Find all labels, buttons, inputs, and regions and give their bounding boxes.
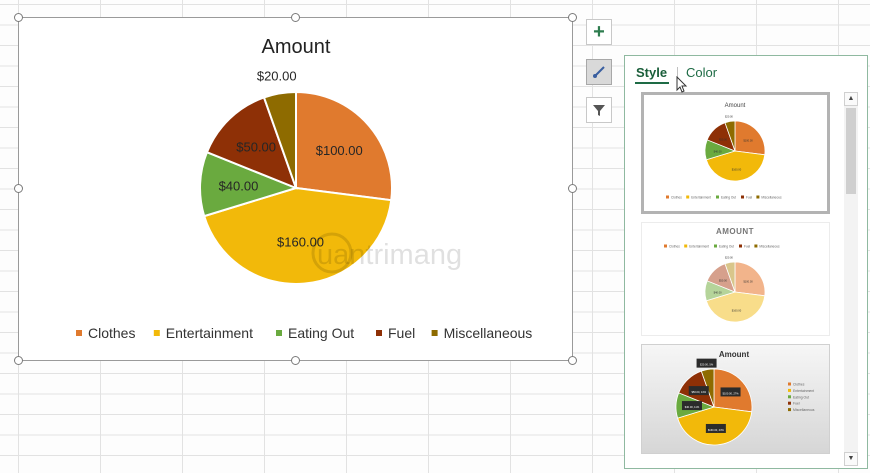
thumbnail-legend-swatch: [666, 195, 669, 199]
thumbnail-data-label: $40.00: [714, 149, 722, 153]
active-tab-indicator: [635, 82, 669, 84]
thumbnail-legend-entry: Fuel: [793, 402, 800, 406]
legend-swatch: [276, 330, 282, 336]
thumbnail-legend-swatch: [664, 244, 667, 248]
thumbnail-legend-swatch: [716, 195, 719, 199]
thumbnail-legend-swatch: [788, 388, 791, 392]
mouse-cursor-icon: [676, 76, 688, 93]
tab-color[interactable]: Color: [686, 65, 717, 80]
thumbnail-legend-entry: Miscellaneous: [793, 408, 815, 412]
scroll-up-icon[interactable]: ▲: [844, 92, 858, 106]
resize-handle-right[interactable]: [568, 184, 577, 193]
resize-handle-top-left[interactable]: [14, 13, 23, 22]
plus-icon: +: [593, 21, 605, 43]
resize-handle-top-right[interactable]: [568, 13, 577, 22]
resize-handle-bottom-left[interactable]: [14, 356, 23, 365]
pie-chart: Amount $100.00$160.00$40.00$50.00$20.00 …: [76, 36, 532, 341]
thumbnail-data-label: $100.00: [743, 280, 753, 284]
thumbnail-data-label: $50.00: [719, 278, 727, 282]
paintbrush-icon: [593, 66, 605, 78]
thumbnail-data-label: $20.00, 5%: [700, 363, 714, 367]
thumbnail-data-label: $160.00: [732, 167, 742, 171]
thumbnail-legend-entry: Fuel: [744, 245, 750, 249]
thumbnail-legend-entry: Eating Out: [719, 245, 734, 249]
data-label[interactable]: $50.00: [236, 139, 276, 154]
chart-title[interactable]: Amount: [262, 36, 331, 58]
chart-styles-button[interactable]: [586, 59, 612, 85]
legend-swatch: [376, 330, 382, 336]
thumbnail-slice: [734, 261, 766, 297]
thumbnail-legend-swatch: [788, 395, 791, 399]
style-3-preview: Amount $100.00, 27% $160.00, 43% $40.00, 1…: [675, 350, 815, 446]
thumbnail-data-label: $50.00, 14%: [691, 390, 706, 394]
thumbnail-title: AMOUNT: [716, 227, 754, 236]
legend-swatch: [76, 330, 82, 336]
thumbnail-legend-entry: Entertainment: [793, 389, 814, 393]
style-thumbnail-2[interactable]: AMOUNT Clothes Entertainment Eating Out Fue…: [641, 222, 830, 336]
thumbnail-data-label: $40.00: [714, 290, 722, 294]
thumbnail-data-label: $20.00: [725, 256, 733, 260]
thumbnail-legend-entry: Eating Out: [793, 395, 809, 399]
thumbnail-legend-swatch: [714, 244, 717, 248]
legend-entry[interactable]: Fuel: [388, 325, 415, 341]
filter-icon: [593, 105, 605, 116]
resize-handle-left[interactable]: [14, 184, 23, 193]
thumbnail-data-label: $50.00: [719, 137, 727, 141]
thumbnail-data-label: $40.00, 11%: [685, 405, 700, 409]
legend-entry[interactable]: Eating Out: [288, 325, 354, 341]
thumbnail-legend-swatch: [788, 401, 791, 405]
thumbnail-legend-entry: Miscellaneous: [759, 245, 780, 249]
data-label[interactable]: $100.00: [316, 143, 363, 158]
thumbnail-legend-swatch: [684, 244, 688, 248]
style-2-preview: AMOUNT Clothes Entertainment Eating Out Fue…: [664, 227, 780, 323]
thumbnail-legend-swatch: [686, 195, 690, 199]
legend-entry[interactable]: Miscellaneous: [444, 325, 533, 341]
thumbnail-legend-entry: Miscellaneous: [761, 196, 782, 200]
legend-entry[interactable]: Clothes: [88, 325, 135, 341]
tab-style[interactable]: Style: [636, 65, 667, 80]
thumbnail-legend-swatch: [788, 408, 791, 412]
thumbnail-legend-entry: Entertainment: [691, 196, 711, 200]
thumbnail-title: Amount: [719, 350, 750, 359]
panel-scrollbar[interactable]: ▲ ▼: [844, 92, 858, 466]
legend-entry[interactable]: Entertainment: [166, 325, 253, 341]
thumbnail-data-label: $160.00: [732, 308, 742, 312]
thumbnail-data-label: $100.00, 27%: [723, 391, 740, 395]
legend-swatch: [431, 330, 438, 336]
scroll-down-icon[interactable]: ▼: [844, 452, 858, 466]
thumbnail-legend-entry: Fuel: [746, 196, 752, 200]
thumbnail-legend-swatch: [739, 244, 742, 248]
thumbnail-legend-swatch: [741, 195, 744, 199]
resize-handle-bottom[interactable]: [291, 356, 300, 365]
style-thumbnail-3[interactable]: Amount $100.00, 27% $160.00, 43% $40.00, 1…: [641, 344, 830, 454]
thumbnail-title: Amount: [725, 103, 746, 109]
watermark-text: uantrimang: [317, 239, 462, 271]
chart-legend[interactable]: Clothes Entertainment Eating Out Fuel Miscel…: [76, 325, 532, 341]
thumbnail-legend-entry: Eating Out: [721, 196, 736, 200]
thumbnail-legend-entry: Clothes: [671, 196, 682, 200]
chart-styles-panel: Style Color Amount $100.00 $160.00 $40.00 $…: [624, 55, 868, 469]
resize-handle-top[interactable]: [291, 13, 300, 22]
resize-handle-bottom-right[interactable]: [568, 356, 577, 365]
thumbnail-legend-swatch: [756, 195, 760, 199]
style-1-preview: Amount $100.00$160.00$40.00$50.00$20.00 …: [666, 103, 782, 200]
legend-swatch: [153, 330, 160, 336]
thumbnail-slice: [734, 120, 766, 156]
thumbnail-legend-swatch: [788, 382, 791, 386]
chart-area[interactable]: Amount $100.00 $160.00 $40.00 $50.00 $20.00 …: [18, 17, 573, 361]
thumbnail-data-label: $160.00, 43%: [708, 428, 725, 432]
thumbnail-legend-entry: Clothes: [793, 383, 805, 387]
scrollbar-thumb[interactable]: [846, 108, 856, 194]
thumbnail-legend-entry: Clothes: [669, 245, 680, 249]
data-label[interactable]: $40.00: [219, 179, 259, 194]
chart-filters-button[interactable]: [586, 97, 612, 123]
thumbnail-legend-entry: Entertainment: [689, 245, 709, 249]
thumbnail-legend-swatch: [754, 244, 758, 248]
chart-elements-button[interactable]: +: [586, 19, 612, 45]
style-thumbnail-1[interactable]: Amount $100.00 $160.00 $40.00 $50.00 $20.00 …: [641, 92, 830, 214]
thumbnail-data-label: $20.00: [725, 115, 733, 119]
thumbnail-data-label: $100.00: [743, 139, 753, 143]
data-label[interactable]: $20.00: [257, 69, 297, 84]
